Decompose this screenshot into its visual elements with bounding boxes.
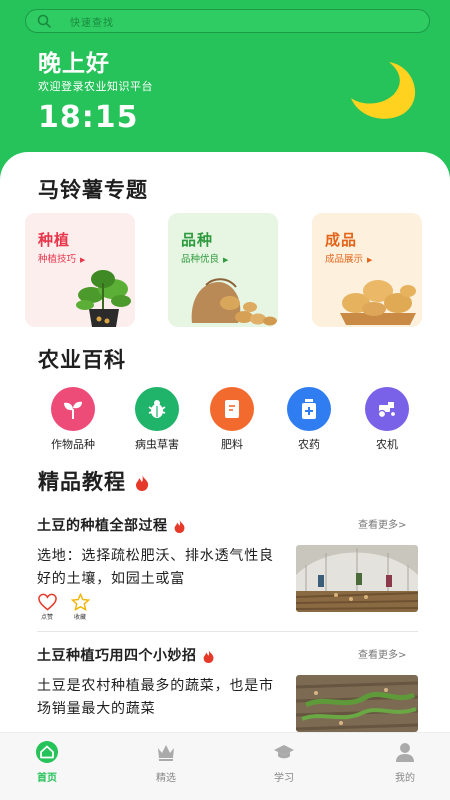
article-title[interactable]: 土豆种植巧用四个小妙招 (37, 645, 215, 665)
tab-home[interactable]: 首页 (17, 741, 77, 784)
potted-plant-image (76, 270, 131, 327)
potato-sack-image (191, 278, 277, 326)
star-icon (70, 593, 90, 611)
article-excerpt: 土豆是农村种植最多的蔬菜，也是市场销量最大的蔬菜 (37, 678, 274, 717)
view-more-link[interactable]: 查看更多> (358, 516, 406, 531)
home-icon (36, 741, 58, 763)
category-label: 作物品种 (51, 438, 95, 451)
encyclopedia-title: 农业百科 (38, 348, 126, 372)
search-placeholder[interactable]: 快速查找 (70, 14, 114, 29)
fire-icon (203, 649, 214, 663)
greeting: 晚上好 (38, 51, 110, 77)
like-label: 点赞 (40, 614, 53, 621)
tutorials-title-text: 精品教程 (38, 470, 126, 494)
fire-icon (174, 519, 185, 533)
category-crop-variety[interactable]: 作物品种 (38, 387, 108, 452)
tab-label: 学习 (274, 773, 294, 784)
like-button[interactable]: 点赞 (35, 593, 59, 621)
topic-card-title: 品种 (181, 231, 214, 249)
topic-card-product[interactable]: 成品 成品展示 ▶ (312, 213, 422, 327)
topic-card-subtitle: 成品展示 (325, 254, 364, 265)
article-thumbnail-field[interactable] (296, 675, 418, 732)
tab-label: 首页 (37, 773, 57, 784)
topic-card-title: 成品 (325, 231, 358, 249)
fertilizer-icon (210, 387, 254, 431)
welcome-text: 欢迎登录农业知识平台 (38, 80, 153, 93)
arrow-right-icon: ▶ (223, 256, 229, 264)
arrow-right-icon: ▶ (80, 256, 86, 264)
potato-basket-image (340, 280, 416, 325)
favorite-button[interactable]: 收藏 (68, 593, 92, 621)
view-more-link[interactable]: 查看更多> (358, 646, 406, 661)
topic-card-title: 种植 (38, 231, 71, 249)
moon-icon (351, 62, 416, 119)
category-fertilizer[interactable]: 肥料 (197, 387, 267, 452)
category-label: 农药 (298, 438, 320, 451)
arrow-right-icon: ▶ (367, 256, 373, 264)
category-pesticide[interactable]: 农药 (274, 387, 344, 452)
article-divider (37, 631, 418, 632)
tab-profile[interactable]: 我的 (375, 741, 435, 784)
favorite-label: 收藏 (73, 614, 86, 621)
tab-study[interactable]: 学习 (254, 741, 314, 784)
fire-icon (136, 475, 149, 491)
topic-card-planting[interactable]: 种植 种植技巧 ▶ (25, 213, 135, 327)
tab-label: 精选 (156, 773, 176, 784)
heart-icon (37, 593, 57, 611)
article-title-text[interactable]: 土豆种植巧用四个小妙招 (37, 648, 197, 664)
tab-bar: 首页 精选 学习 我的 (0, 732, 450, 800)
category-machinery[interactable]: 农机 (352, 387, 422, 452)
user-icon (394, 741, 416, 763)
tutorials-title: 精品教程 (38, 466, 150, 496)
article-title-text[interactable]: 土豆的种植全部过程 (37, 518, 168, 534)
pesticide-icon (287, 387, 331, 431)
clock-time: 18:15 (38, 100, 139, 135)
sprout-icon (51, 387, 95, 431)
category-label: 农机 (376, 438, 398, 451)
category-pests[interactable]: 病虫草害 (122, 387, 192, 452)
tab-label: 我的 (395, 773, 415, 784)
topic-card-subtitle: 种植技巧 (38, 254, 77, 265)
bug-icon (135, 387, 179, 431)
graduation-cap-icon (273, 741, 295, 763)
tractor-icon (365, 387, 409, 431)
article-excerpt: 选地：选择疏松肥沃、排水透气性良好的土壤，如园土或富 (37, 548, 274, 587)
crown-icon (155, 741, 177, 763)
category-label: 病虫草害 (135, 438, 179, 451)
tab-featured[interactable]: 精选 (136, 741, 196, 784)
category-label: 肥料 (221, 438, 243, 451)
article-thumbnail-greenhouse[interactable] (296, 545, 418, 612)
search-bar[interactable]: 快速查找 (25, 9, 430, 33)
search-icon (37, 14, 51, 28)
topic-card-variety[interactable]: 品种 品种优良 ▶ (168, 213, 278, 327)
topic-card-subtitle: 品种优良 (181, 254, 220, 265)
article-title[interactable]: 土豆的种植全部过程 (37, 515, 186, 535)
topic-section-title: 马铃薯专题 (38, 178, 148, 202)
